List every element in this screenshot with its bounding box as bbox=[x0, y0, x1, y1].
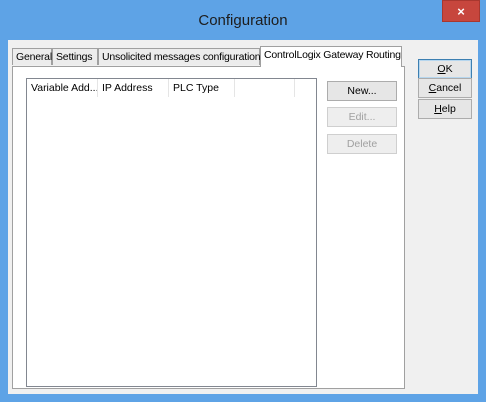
title-bar[interactable]: Configuration × bbox=[0, 0, 486, 40]
close-button[interactable]: × bbox=[442, 0, 480, 22]
delete-button[interactable]: Delete bbox=[327, 134, 397, 154]
tab-panel-controllogix: Variable Add... IP Address PLC Type New.… bbox=[12, 66, 405, 389]
cancel-button[interactable]: Cancel bbox=[418, 78, 472, 98]
help-button[interactable]: Help bbox=[418, 99, 472, 119]
tab-settings[interactable]: Settings bbox=[52, 48, 98, 65]
window-title: Configuration bbox=[198, 12, 288, 29]
dialog-client-area: General Settings Unsolicited messages co… bbox=[8, 40, 478, 394]
routing-list[interactable]: Variable Add... IP Address PLC Type bbox=[26, 78, 317, 387]
ok-label: K bbox=[445, 63, 453, 75]
help-mnemonic: H bbox=[434, 103, 442, 115]
list-header: Variable Add... IP Address PLC Type bbox=[27, 79, 316, 97]
ok-mnemonic: O bbox=[437, 63, 446, 75]
column-header-plc-type[interactable]: PLC Type bbox=[169, 79, 235, 97]
close-icon: × bbox=[457, 4, 465, 19]
edit-button[interactable]: Edit... bbox=[327, 107, 397, 127]
configuration-window: Configuration × General Settings Unsolic… bbox=[0, 0, 486, 402]
tab-controllogix-gateway-routing[interactable]: ControlLogix Gateway Routing bbox=[260, 46, 402, 67]
tab-unsolicited-messages[interactable]: Unsolicited messages configuration bbox=[98, 48, 261, 65]
new-button[interactable]: New... bbox=[327, 81, 397, 101]
column-header-empty[interactable] bbox=[235, 79, 295, 97]
column-header-variable-address[interactable]: Variable Add... bbox=[27, 79, 98, 97]
column-header-ip-address[interactable]: IP Address bbox=[98, 79, 169, 97]
cancel-label: ancel bbox=[436, 82, 462, 94]
tab-general[interactable]: General bbox=[12, 48, 52, 65]
ok-button[interactable]: OK bbox=[418, 59, 472, 79]
help-label: elp bbox=[441, 103, 456, 115]
